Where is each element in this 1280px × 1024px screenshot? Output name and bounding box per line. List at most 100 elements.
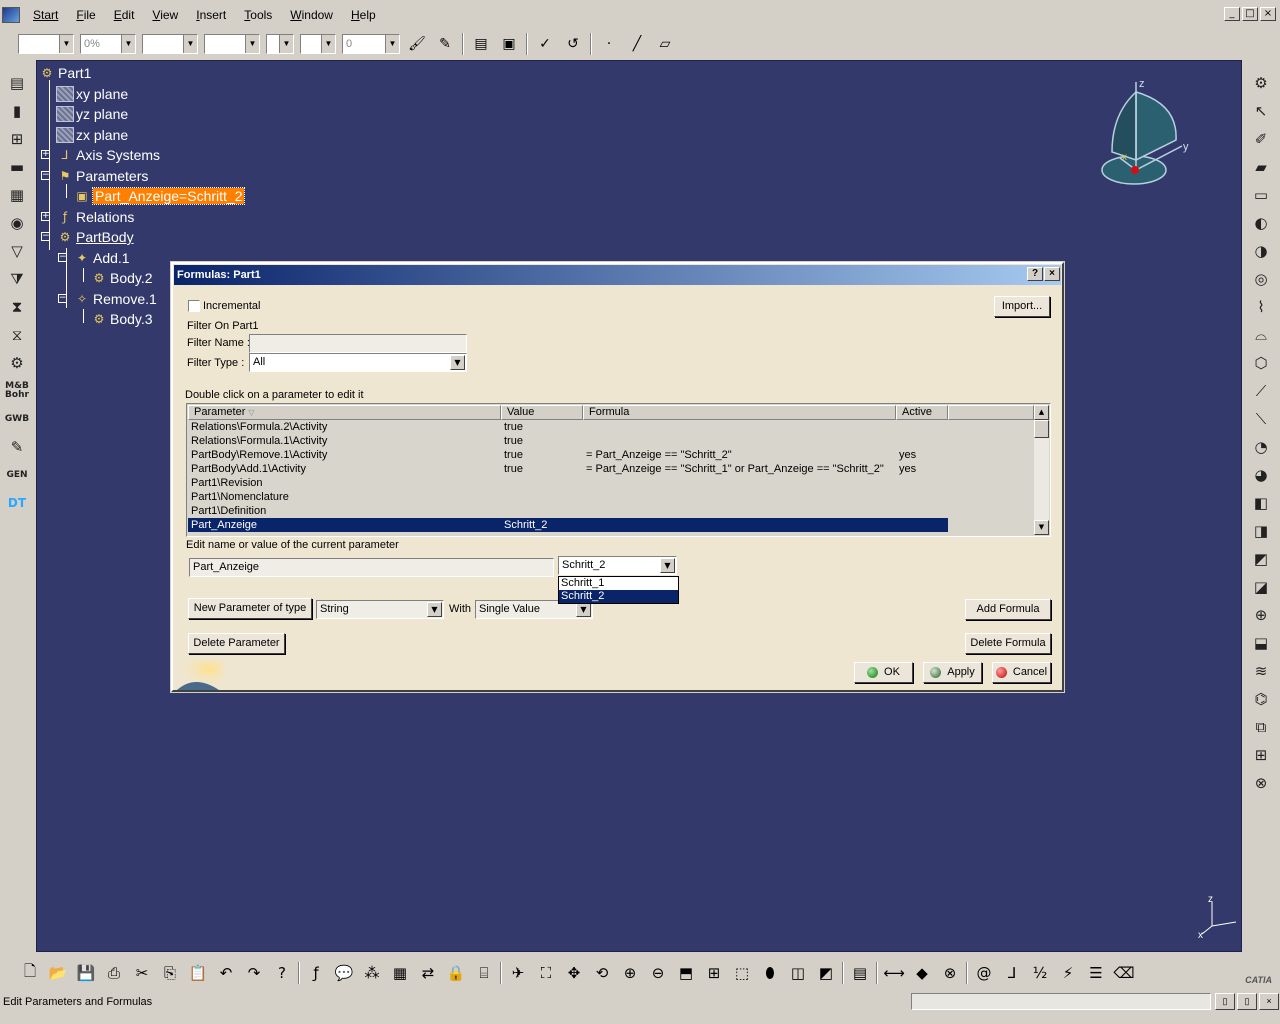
status-toggle-button[interactable]: ▯ — [1237, 993, 1257, 1010]
design-table-icon[interactable]: ▦ — [388, 962, 412, 984]
iso-view-icon[interactable]: ⬚ — [730, 962, 754, 984]
check-icon[interactable]: ◉ — [5, 212, 29, 234]
table-row[interactable]: Part1\Definition — [188, 504, 948, 518]
select-arrow-icon[interactable]: ↖ — [1249, 100, 1273, 122]
remove-loft-icon[interactable]: ⟍ — [1249, 408, 1273, 430]
collapse-toggle[interactable]: − — [58, 294, 67, 303]
equivalent-icon[interactable]: ⇄ — [416, 962, 440, 984]
tree-node-axis-systems[interactable]: ⅃ Axis Systems — [56, 146, 160, 164]
restore-button[interactable]: □ — [1242, 7, 1258, 21]
point-icon[interactable]: · — [598, 33, 620, 55]
import-button[interactable]: Import... — [994, 296, 1050, 317]
catia-app-icon[interactable] — [2, 7, 20, 23]
shaft-icon[interactable]: ◐ — [1249, 212, 1273, 234]
tree-node-partbody[interactable]: ⚙ PartBody — [56, 228, 134, 246]
cancel-button[interactable]: Cancel — [992, 662, 1051, 683]
measure-item-icon[interactable]: ◆ — [910, 962, 934, 984]
tree-node-parameters[interactable]: ⚑ Parameters — [56, 167, 149, 185]
law-icon[interactable]: ⌸ — [472, 962, 496, 984]
measure-icon[interactable]: ▣ — [498, 33, 520, 55]
properties-painter-icon[interactable]: ✎ — [434, 33, 456, 55]
parameter-name-input[interactable]: Part_Anzeige — [189, 558, 554, 577]
status-close-button[interactable]: × — [1259, 993, 1279, 1010]
column-header-parameter[interactable]: Parameter ▽ — [188, 405, 501, 420]
multi-view-icon[interactable]: ⊞ — [702, 962, 726, 984]
measure-between-icon[interactable]: ⟷ — [882, 962, 906, 984]
transparency-combo[interactable]: 0% ▼ — [80, 34, 136, 54]
table-icon[interactable]: ▤ — [470, 33, 492, 55]
whats-this-icon[interactable]: ? — [270, 962, 294, 984]
scaling-icon[interactable]: ⬓ — [1249, 632, 1273, 654]
collapse-toggle[interactable]: − — [41, 232, 50, 241]
linetype-combo[interactable]: ▼ — [142, 34, 198, 54]
add-formula-button[interactable]: Add Formula — [965, 599, 1051, 620]
list-icon[interactable]: ☰ — [1084, 962, 1108, 984]
zoom-out-icon[interactable]: ⊖ — [646, 962, 670, 984]
table-row[interactable]: PartBody\Remove.1\Activity true = Part_Anz… — [188, 448, 948, 462]
draft-icon[interactable]: ◧ — [1249, 492, 1273, 514]
delete-parameter-button[interactable]: Delete Parameter — [188, 633, 285, 654]
gear-icon[interactable]: ⚙ — [1249, 72, 1273, 94]
new-parameter-button[interactable]: New Parameter of type — [188, 598, 312, 619]
expand-toggle[interactable]: + — [41, 150, 50, 159]
layer-combo[interactable]: 0 ▼ — [342, 34, 400, 54]
menu-tools[interactable]: Tools — [235, 8, 281, 22]
funnel-filter-icon[interactable]: ⧩ — [5, 268, 29, 290]
hide-show-icon[interactable]: ◫ — [786, 962, 810, 984]
chevron-down-icon[interactable]: ▼ — [427, 602, 442, 617]
formula-icon[interactable]: ƒ — [304, 962, 328, 984]
shell-icon[interactable]: ◨ — [1249, 520, 1273, 542]
tool-icon[interactable]: ⚙ — [5, 352, 29, 374]
normal-view-icon[interactable]: ⬒ — [674, 962, 698, 984]
analysis-icon[interactable]: ⚡ — [1056, 962, 1080, 984]
grid-icon[interactable]: ⊞ — [1249, 744, 1273, 766]
collapse-toggle[interactable]: − — [58, 253, 67, 262]
tree-node-body-2[interactable]: ⚙ Body.2 — [90, 269, 153, 287]
minimize-button[interactable]: _ — [1224, 7, 1240, 21]
print-icon[interactable]: ⎙ — [102, 962, 126, 984]
units-icon[interactable]: ½ — [1028, 962, 1052, 984]
tree-node-add-1[interactable]: ✦ Add.1 — [73, 249, 130, 267]
collapse-toggle[interactable]: − — [41, 171, 50, 180]
hourglass-x-icon[interactable]: ⧖ — [5, 324, 29, 346]
tree-node-remove-1[interactable]: ✧ Remove.1 — [73, 290, 157, 308]
compass-widget[interactable]: z y x — [1098, 74, 1198, 190]
menu-edit[interactable]: Edit — [105, 8, 144, 22]
dropdown-option[interactable]: Schritt_1 — [559, 577, 678, 590]
knowledge-icon[interactable]: ⁂ — [360, 962, 384, 984]
filter-type-select[interactable]: All ▼ — [249, 353, 467, 372]
filter-name-input[interactable] — [249, 334, 467, 353]
tree-node-body-3[interactable]: ⚙ Body.3 — [90, 310, 153, 328]
thickness-combo[interactable]: ▼ — [204, 34, 260, 54]
measure-inertia-icon[interactable]: ⊗ — [938, 962, 962, 984]
pen-icon[interactable]: ✎ — [5, 436, 29, 458]
delete-formula-button[interactable]: Delete Formula — [965, 633, 1051, 654]
menu-help[interactable]: Help — [342, 8, 385, 22]
swap-space-icon[interactable]: ◩ — [814, 962, 838, 984]
tree-node-zx-plane[interactable]: zx plane — [56, 126, 128, 144]
thickness-icon[interactable]: ◩ — [1249, 548, 1273, 570]
axis-system-icon[interactable]: ⅃ — [1000, 962, 1024, 984]
rib-icon[interactable]: ⌇ — [1249, 296, 1273, 318]
boolean-icon[interactable]: ⧉ — [1249, 716, 1273, 738]
table-row-selected[interactable]: Part_Anzeige Schritt_2 — [188, 518, 948, 532]
mb-bohr-icon[interactable]: M&B Bohr — [5, 380, 29, 402]
hourglass-icon[interactable]: ⧗ — [5, 296, 29, 318]
plane-icon[interactable]: ▱ — [654, 33, 676, 55]
funnel-icon[interactable]: ▽ — [5, 240, 29, 262]
table-row[interactable]: Relations\Formula.2\Activity true — [188, 420, 948, 434]
rotate-icon[interactable]: ⟲ — [590, 962, 614, 984]
fillet-icon[interactable]: ◔ — [1249, 436, 1273, 458]
thread-icon[interactable]: ⌬ — [1249, 688, 1273, 710]
table-scrollbar[interactable]: ▲ ▼ — [1034, 405, 1049, 535]
hole-icon[interactable]: ◎ — [1249, 268, 1273, 290]
column-header-value[interactable]: Value — [501, 405, 583, 420]
ok-button[interactable]: OK — [854, 662, 913, 683]
table-row[interactable]: PartBody\Add.1\Activity true = Part_Anzeig… — [188, 462, 948, 476]
table-row[interactable]: Part1\Nomenclature — [188, 490, 948, 504]
redo-icon[interactable]: ↷ — [242, 962, 266, 984]
spiral-icon[interactable]: @ — [972, 962, 996, 984]
color-icon[interactable]: ▦ — [5, 184, 29, 206]
scroll-up-icon[interactable]: ▲ — [1034, 405, 1049, 420]
kr-icon[interactable]: ⊞ — [5, 128, 29, 150]
